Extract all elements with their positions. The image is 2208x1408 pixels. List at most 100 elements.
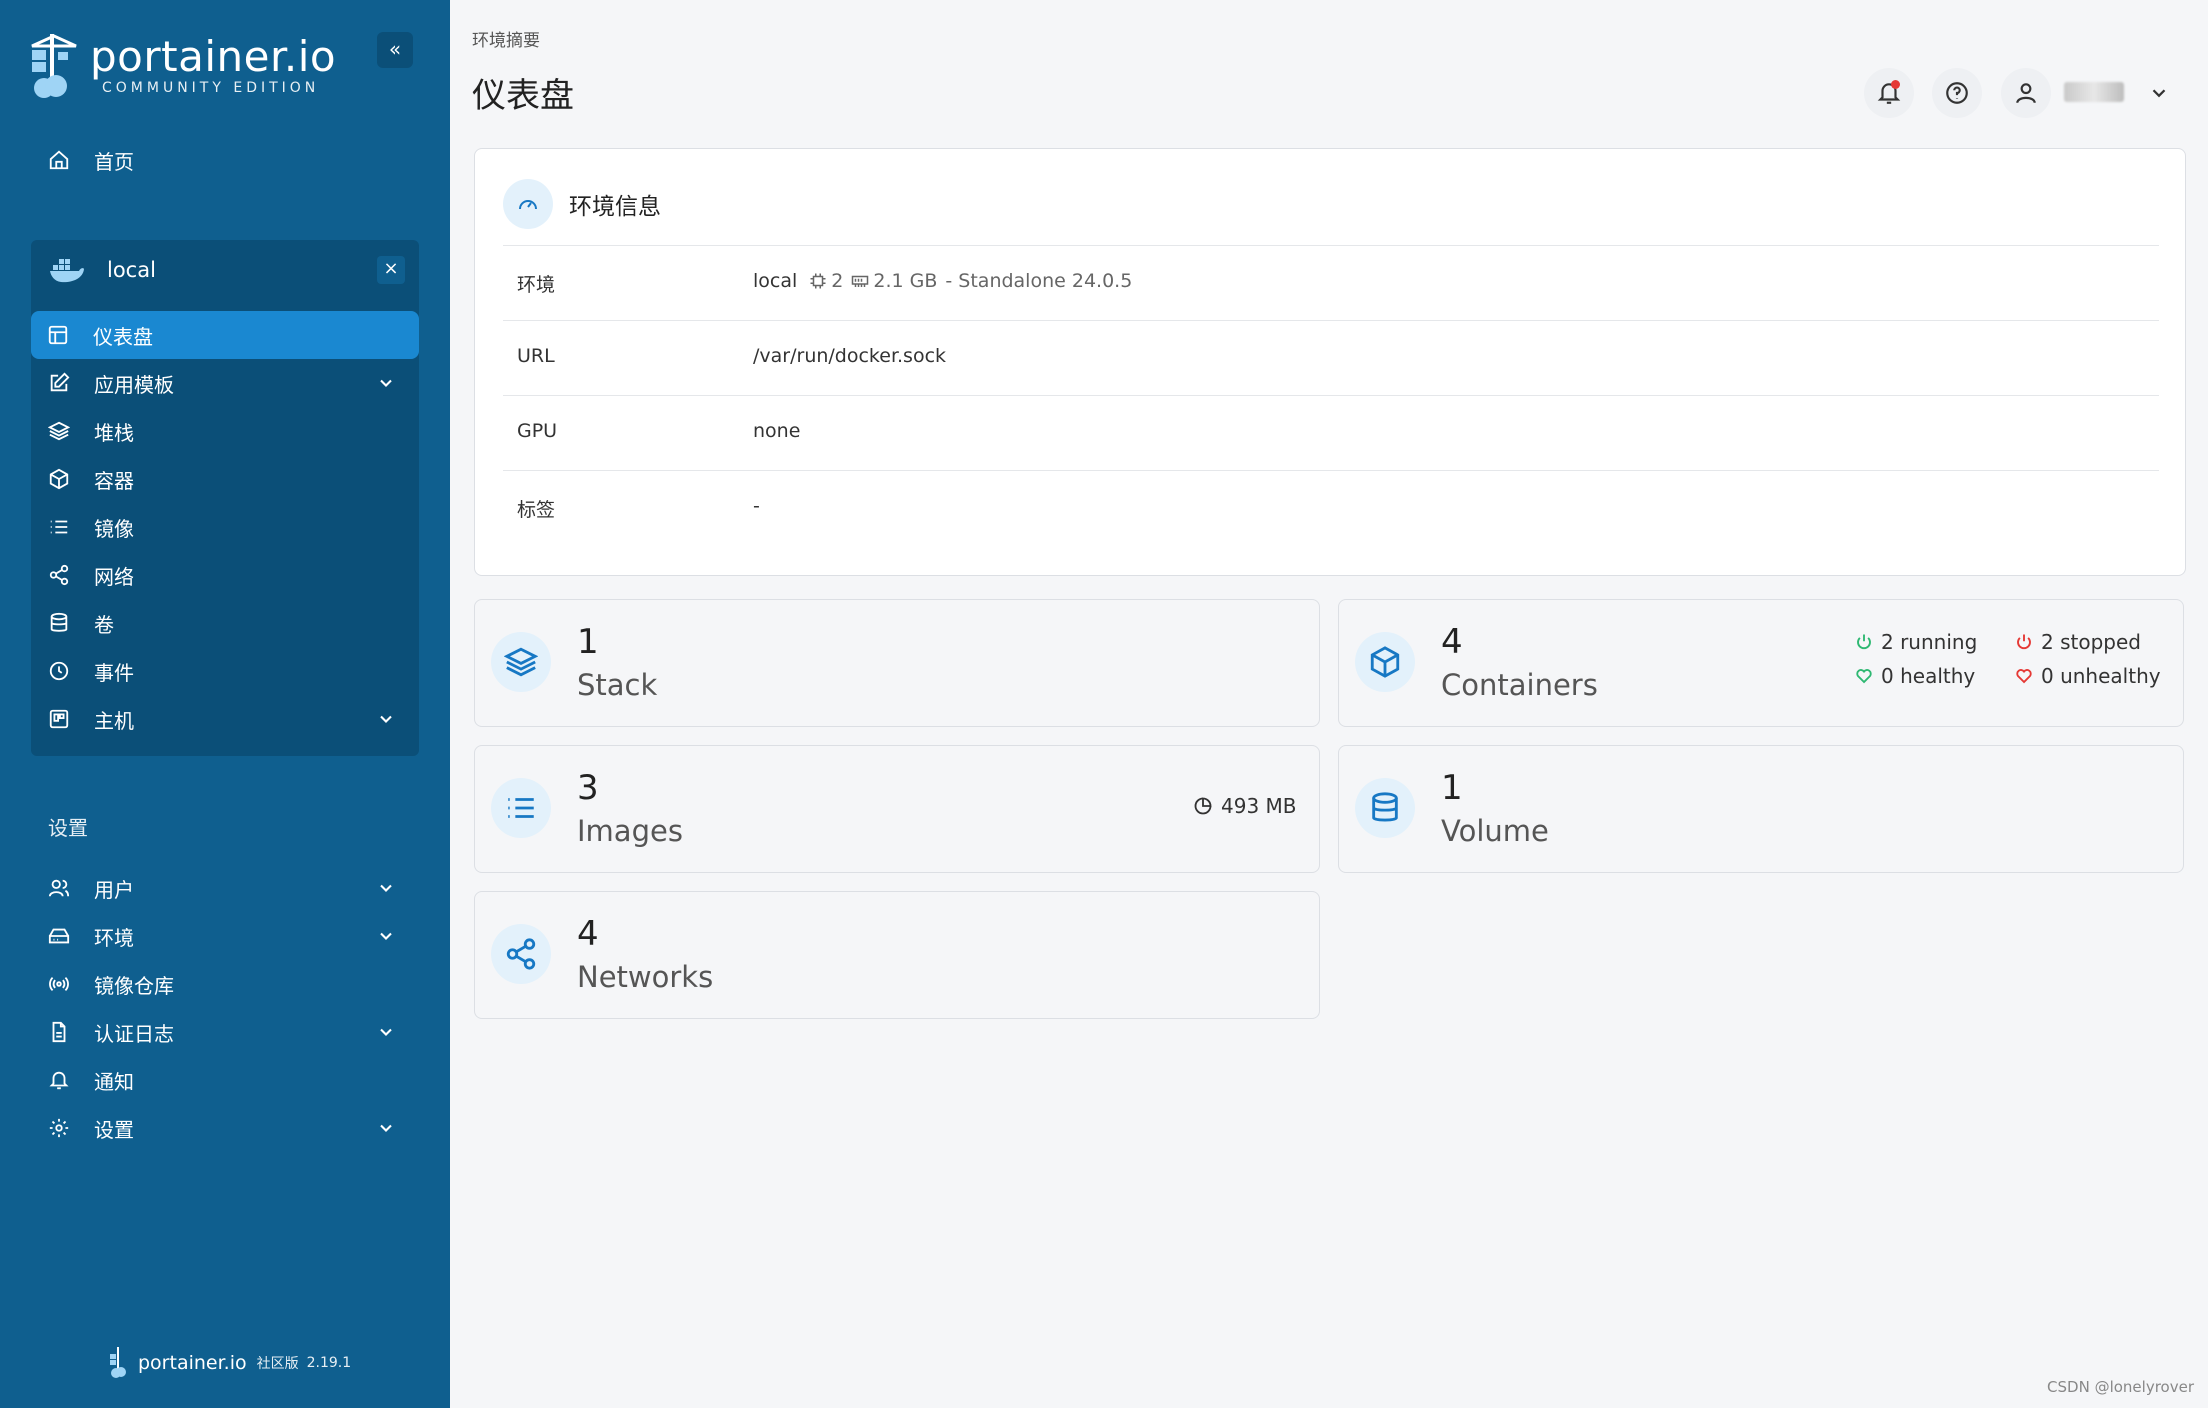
sidebar-item-environments[interactable]: 环境 (32, 912, 418, 960)
sidebar-item-registries[interactable]: 镜像仓库 (32, 960, 418, 1008)
sidebar-item-label: 通知 (94, 1066, 134, 1095)
chevron-down-icon[interactable] (376, 373, 396, 393)
stopped-status: 2 stopped (2015, 630, 2141, 654)
list-icon (48, 516, 70, 538)
environment-name: local (107, 258, 156, 282)
username-redacted[interactable] (2064, 82, 2124, 102)
info-row-environment: 环境 local 2 2.1 GB - Standalone 24.0.5 (503, 245, 2159, 320)
database-icon-wrap (1355, 778, 1415, 838)
unhealthy-status: 0 unhealthy (2015, 664, 2161, 688)
brand-edition: COMMUNITY EDITION (102, 80, 319, 96)
help-button[interactable] (1932, 68, 1982, 118)
chevron-down-icon[interactable] (376, 709, 396, 729)
sidebar-item-app-templates[interactable]: 应用模板 (32, 359, 418, 407)
sidebar-item-settings[interactable]: 设置 (32, 1104, 418, 1152)
info-row-tags: 标签 - (503, 470, 2159, 545)
info-key: 标签 (517, 495, 555, 522)
power-icon (2015, 633, 2033, 651)
settings-section-title: 设置 (48, 812, 88, 841)
portainer-logo[interactable]: portainer.io COMMUNITY EDITION (28, 28, 328, 108)
running-status: 2 running (1855, 630, 1977, 654)
volume-count: 1 (1441, 768, 1463, 808)
file-text-icon (48, 1021, 70, 1043)
sidebar-item-label: 主机 (94, 705, 134, 734)
breadcrumb[interactable]: 环境摘要 (472, 26, 540, 51)
hard-drive-icon (48, 925, 70, 947)
notification-dot (1891, 80, 1900, 89)
containers-label: Containers (1441, 668, 1598, 702)
database-icon (1368, 791, 1402, 825)
healthy-count: 0 healthy (1881, 664, 1975, 688)
env-detail: - Standalone 24.0.5 (945, 270, 1132, 292)
sidebar-item-auth-logs[interactable]: 认证日志 (32, 1008, 418, 1056)
watermark: CSDN @lonelyrover (2047, 1378, 2194, 1396)
volume-label: Volume (1441, 814, 1549, 848)
database-icon (48, 612, 70, 634)
host-icon (48, 708, 70, 730)
collapse-sidebar-button[interactable]: « (377, 32, 413, 68)
stack-card[interactable]: 1 Stack (474, 599, 1320, 727)
notifications-button[interactable] (1864, 68, 1914, 118)
list-icon (504, 791, 538, 825)
help-icon (1944, 80, 1970, 106)
sidebar-item-label: 镜像 (94, 513, 134, 542)
sidebar-item-containers[interactable]: 容器 (32, 455, 418, 503)
environment-header: local × (31, 240, 419, 300)
volume-card[interactable]: 1 Volume (1338, 745, 2184, 873)
sidebar-item-networks[interactable]: 网络 (32, 551, 418, 599)
sidebar-item-users[interactable]: 用户 (32, 864, 418, 912)
sidebar-item-label: 仪表盘 (93, 321, 153, 350)
sidebar-item-images[interactable]: 镜像 (32, 503, 418, 551)
networks-card[interactable]: 4 Networks (474, 891, 1320, 1019)
info-row-url: URL /var/run/docker.sock (503, 320, 2159, 395)
images-count: 3 (577, 768, 599, 808)
chevron-down-icon[interactable] (376, 926, 396, 946)
dashboard-icon (47, 324, 69, 346)
chevron-down-icon[interactable] (376, 878, 396, 898)
chevron-down-icon[interactable] (2148, 82, 2170, 104)
footer-edition: 社区版 (257, 1353, 299, 1373)
sidebar-item-volumes[interactable]: 卷 (32, 599, 418, 647)
environment-info-header: 环境信息 (503, 179, 661, 229)
box-icon-wrap (1355, 632, 1415, 692)
running-count: 2 running (1881, 630, 1977, 654)
clock-icon (48, 660, 70, 682)
cpu-icon (809, 272, 827, 290)
sidebar-item-events[interactable]: 事件 (32, 647, 418, 695)
info-row-gpu: GPU none (503, 395, 2159, 470)
sidebar-item-dashboard[interactable]: 仪表盘 (31, 311, 419, 359)
networks-count: 4 (577, 914, 599, 954)
sidebar-item-notifications[interactable]: 通知 (32, 1056, 418, 1104)
environment-info-title: 环境信息 (569, 187, 661, 221)
sidebar-item-label: 环境 (94, 922, 134, 951)
environment-info-card: 环境信息 环境 local 2 2.1 GB - Standalone 24.0… (474, 148, 2186, 576)
chevron-down-icon[interactable] (376, 1022, 396, 1042)
sidebar-item-label: 网络 (94, 561, 134, 590)
sidebar-item-label: 堆栈 (94, 417, 134, 446)
share-icon (48, 564, 70, 586)
sidebar-item-host[interactable]: 主机 (32, 695, 418, 743)
brand-name: portainer.io (90, 32, 336, 81)
heart-icon (1855, 667, 1873, 685)
share-icon-wrap (491, 924, 551, 984)
info-key: 环境 (517, 270, 555, 297)
containers-card[interactable]: 4 Containers 2 running 2 stopped 0 healt… (1338, 599, 2184, 727)
footer-version: 2.19.1 (307, 1355, 352, 1371)
env-memory: 2.1 GB (873, 270, 937, 292)
sidebar-item-stacks[interactable]: 堆栈 (32, 407, 418, 455)
sidebar-item-label: 卷 (94, 609, 114, 638)
layers-icon (48, 420, 70, 442)
images-card[interactable]: 3 Images 493 MB (474, 745, 1320, 873)
sidebar-item-label: 事件 (94, 657, 134, 686)
sidebar-item-home[interactable]: 首页 (32, 136, 418, 184)
close-environment-button[interactable]: × (377, 256, 405, 284)
sidebar-item-label: 用户 (94, 874, 134, 903)
chevron-down-icon[interactable] (376, 1118, 396, 1138)
env-name: local (753, 270, 797, 292)
memory-icon (851, 272, 869, 290)
info-key: GPU (517, 420, 557, 442)
images-size-value: 493 MB (1221, 794, 1297, 818)
stack-label: Stack (577, 668, 657, 702)
user-menu-button[interactable] (2001, 68, 2051, 118)
stack-count: 1 (577, 622, 599, 662)
